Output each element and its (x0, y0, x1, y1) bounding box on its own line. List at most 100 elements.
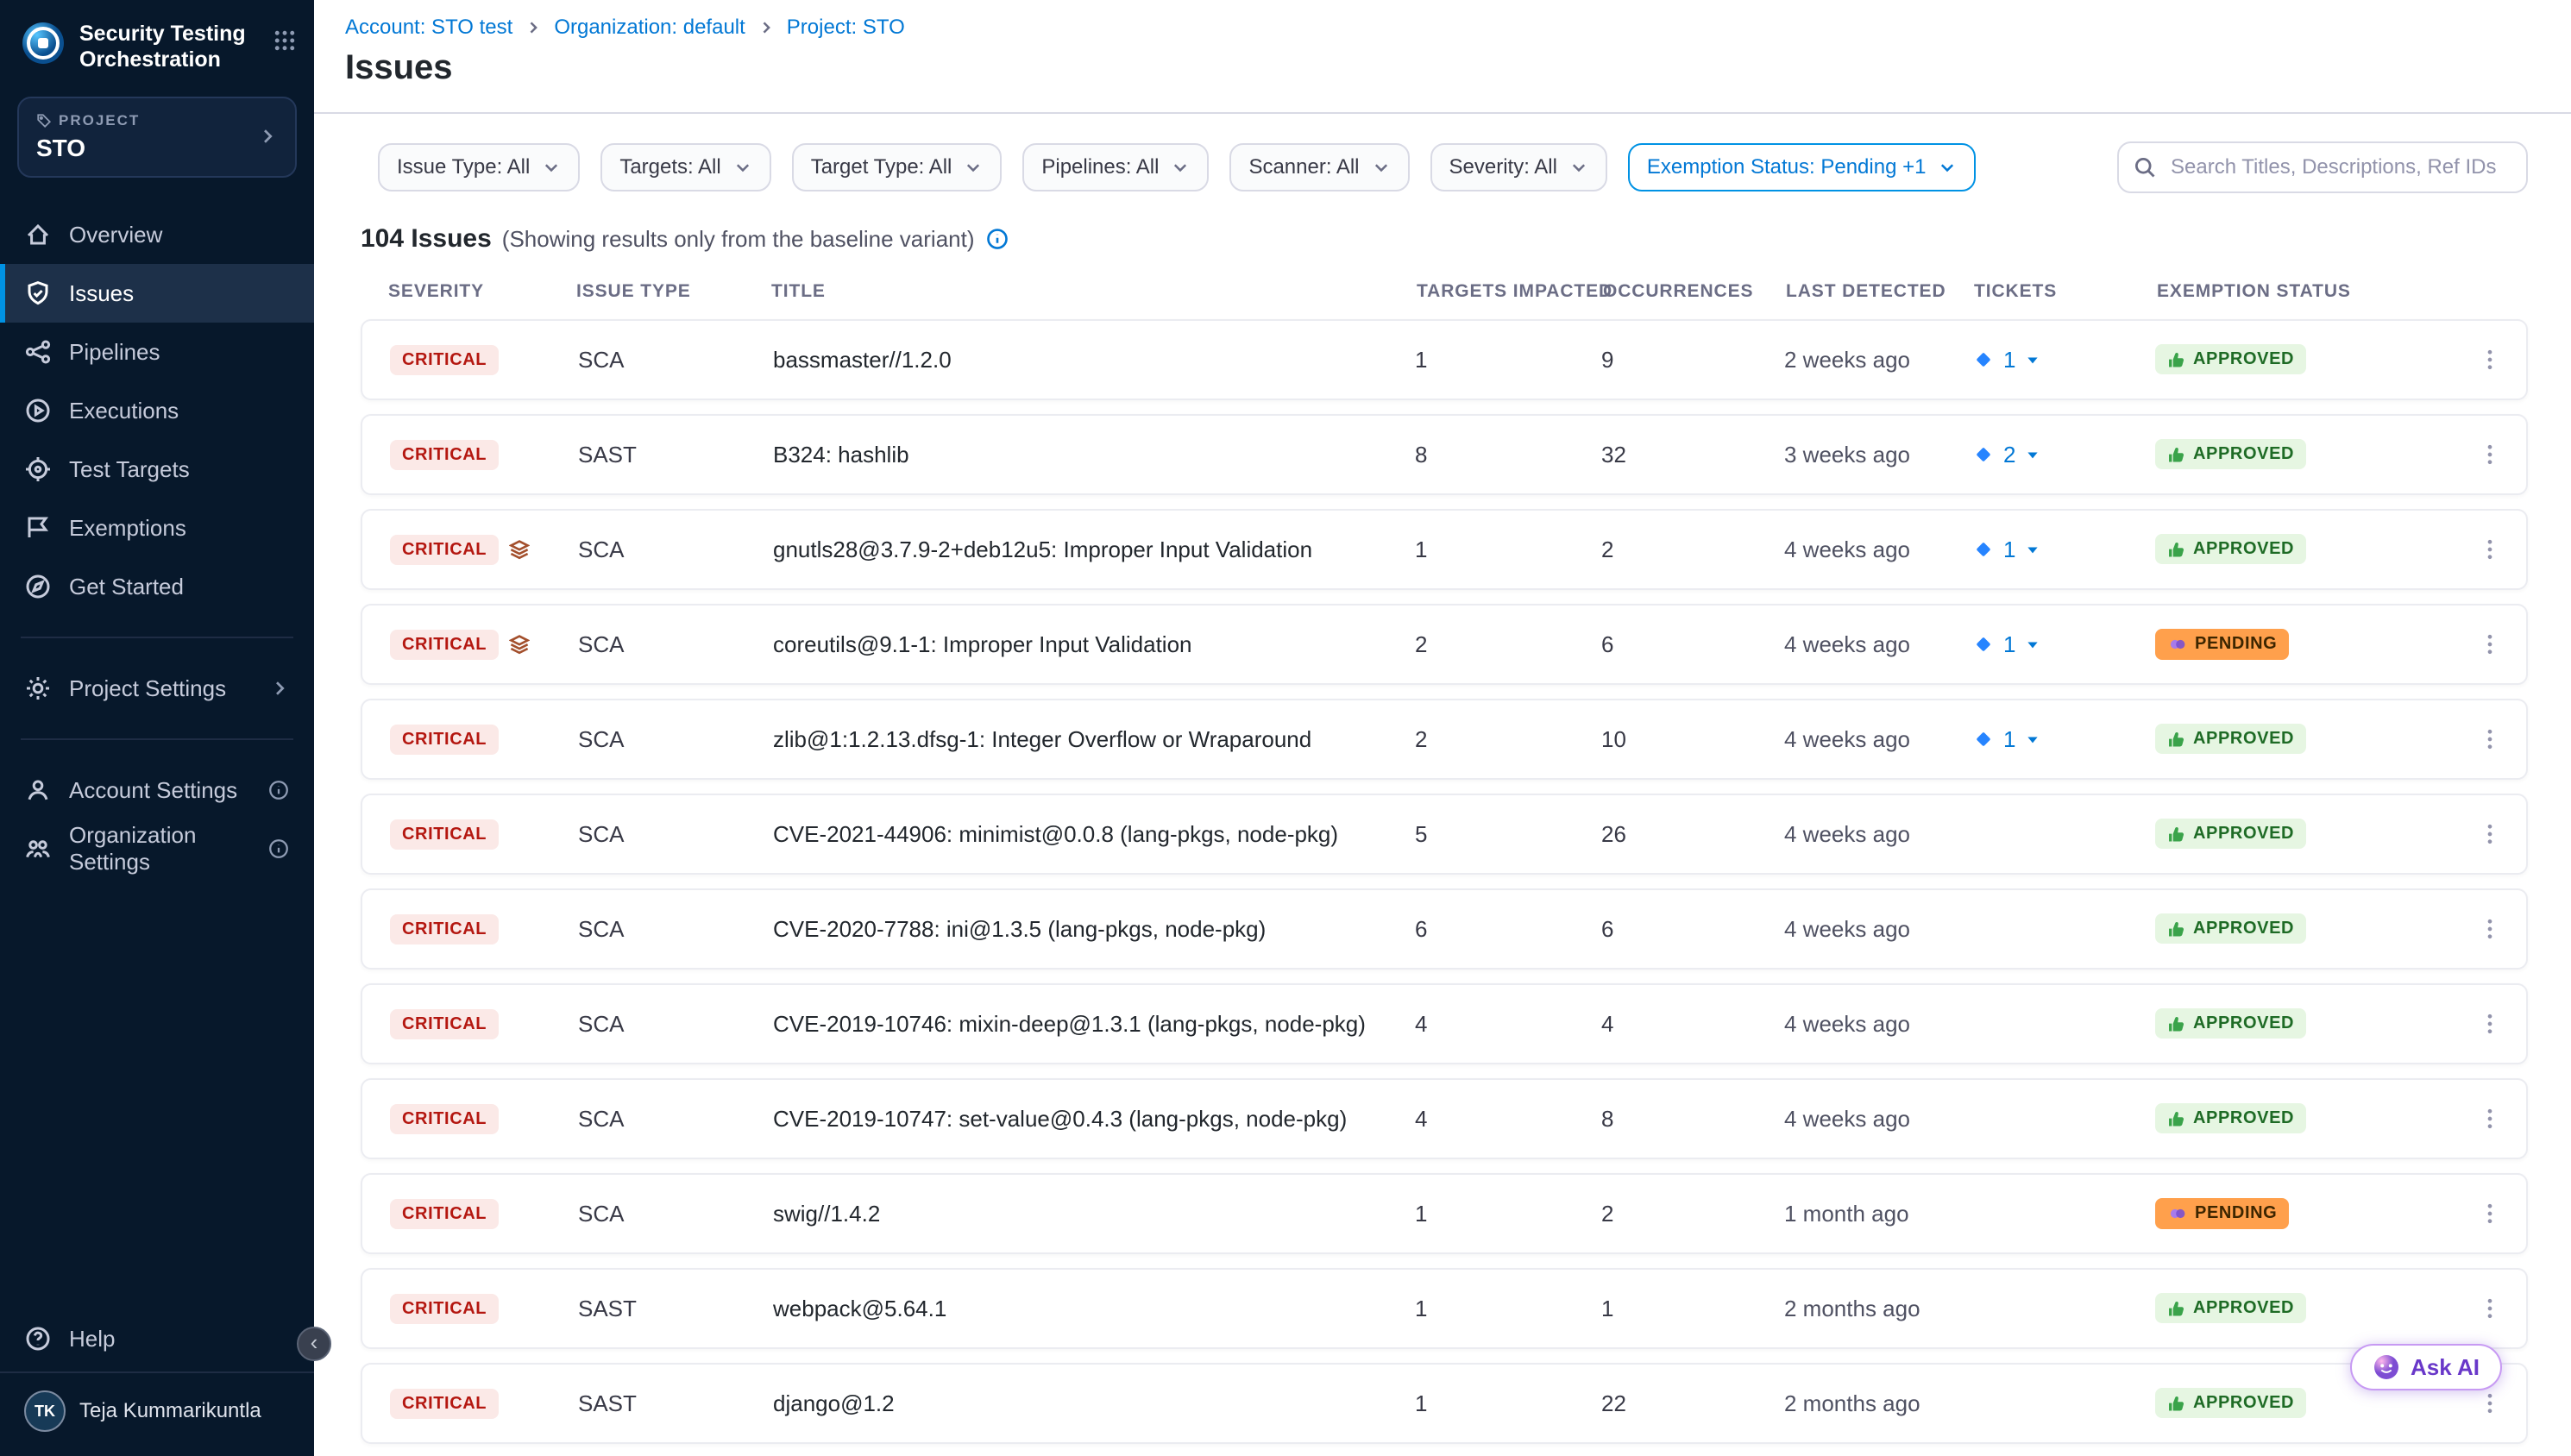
layers-icon (509, 539, 530, 560)
filter-exemption-status[interactable]: Exemption Status: Pending +1 (1628, 143, 1977, 191)
table-row[interactable]: CRITICAL SAST webpack@5.64.1 1 1 2 month… (361, 1268, 2528, 1349)
issue-title[interactable]: CVE-2021-44906: minimist@0.0.8 (lang-pkg… (773, 821, 1415, 848)
exemption-badge: APPROVED (2155, 534, 2306, 564)
table-row[interactable]: CRITICAL SCA zlib@1:1.2.13.dfsg-1: Integ… (361, 699, 2528, 780)
issue-title[interactable]: swig//1.4.2 (773, 1201, 1415, 1227)
breadcrumb-organization-link[interactable]: Organization: default (554, 16, 745, 40)
row-menu-button[interactable] (2464, 1010, 2516, 1038)
issue-type: SCA (578, 537, 773, 563)
pending-icon (2167, 634, 2188, 655)
project-selector[interactable]: PROJECT STO (17, 97, 297, 178)
issue-title[interactable]: CVE-2019-10746: mixin-deep@1.3.1 (lang-p… (773, 1011, 1415, 1038)
filter-severity[interactable]: Severity: All (1430, 143, 1607, 191)
table-row[interactable]: CRITICAL SCA CVE-2020-7788: ini@1.3.5 (l… (361, 888, 2528, 970)
breadcrumb-account-link[interactable]: Account: STO test (345, 16, 512, 40)
issue-title[interactable]: webpack@5.64.1 (773, 1296, 1415, 1322)
row-menu-button[interactable] (2464, 1390, 2516, 1417)
sidebar-item-organization-settings[interactable]: Organization Settings (0, 819, 314, 878)
exemption-badge: PENDING (2155, 629, 2289, 660)
tickets-cell[interactable]: 1 (1972, 347, 2155, 373)
col-severity: SEVERITY (388, 281, 576, 302)
help-label: Help (69, 1326, 115, 1352)
row-menu-button[interactable] (2464, 441, 2516, 468)
table-row[interactable]: CRITICAL SCA bassmaster//1.2.0 1 9 2 wee… (361, 319, 2528, 400)
filter-targets[interactable]: Targets: All (600, 143, 770, 191)
sidebar-item-pipelines[interactable]: Pipelines (0, 323, 314, 381)
table-row[interactable]: CRITICAL SCA swig//1.4.2 1 2 1 month ago… (361, 1173, 2528, 1254)
issue-title[interactable]: zlib@1:1.2.13.dfsg-1: Integer Overflow o… (773, 726, 1415, 753)
row-menu-button[interactable] (2464, 1200, 2516, 1227)
sidebar-item-issues[interactable]: Issues (0, 264, 314, 323)
results-summary: 104 Issues (Showing results only from th… (361, 224, 2528, 254)
breadcrumb-project-link[interactable]: Project: STO (787, 16, 905, 40)
table-header: SEVERITY ISSUE TYPE TITLE TARGETS IMPACT… (361, 281, 2528, 302)
sidebar-item-project-settings[interactable]: Project Settings (0, 659, 314, 718)
exemption-badge: APPROVED (2155, 724, 2306, 754)
filter-scanner[interactable]: Scanner: All (1229, 143, 1409, 191)
sidebar-item-get-started[interactable]: Get Started (0, 557, 314, 616)
sidebar-item-account-settings[interactable]: Account Settings (0, 761, 314, 819)
tickets-cell[interactable]: 1 (1972, 537, 2155, 563)
harness-logo-icon (21, 21, 66, 66)
project-name: STO (36, 135, 257, 162)
sidebar-item-label: Account Settings (69, 777, 237, 804)
issue-title[interactable]: coreutils@9.1-1: Improper Input Validati… (773, 631, 1415, 658)
table-row[interactable]: CRITICAL SCA CVE-2019-10747: set-value@0… (361, 1078, 2528, 1159)
filter-pipelines[interactable]: Pipelines: All (1022, 143, 1209, 191)
help-button[interactable]: Help (0, 1309, 314, 1368)
info-icon[interactable] (985, 227, 1009, 251)
table-row[interactable]: CRITICAL SCA CVE-2021-44906: minimist@0.… (361, 794, 2528, 875)
targets-impacted: 1 (1415, 1390, 1601, 1417)
filter-target-type[interactable]: Target Type: All (792, 143, 1003, 191)
table-row[interactable]: CRITICAL SAST B324: hashlib 8 32 3 weeks… (361, 414, 2528, 495)
issue-title[interactable]: CVE-2019-10747: set-value@0.4.3 (lang-pk… (773, 1106, 1415, 1133)
sidebar-item-overview[interactable]: Overview (0, 205, 314, 264)
row-menu-button[interactable] (2464, 915, 2516, 943)
sidebar-item-executions[interactable]: Executions (0, 381, 314, 440)
severity-badge: CRITICAL (390, 819, 499, 850)
app-grid-icon[interactable] (273, 28, 297, 60)
user-menu[interactable]: TK Teja Kummarikuntla (0, 1371, 314, 1456)
table-row[interactable]: CRITICAL SCA gnutls28@3.7.9-2+deb12u5: I… (361, 509, 2528, 590)
issue-type: SCA (578, 821, 773, 848)
issue-type: SCA (578, 1011, 773, 1038)
issue-type: SCA (578, 1201, 773, 1227)
issue-title[interactable]: bassmaster//1.2.0 (773, 347, 1415, 373)
issue-title[interactable]: CVE-2020-7788: ini@1.3.5 (lang-pkgs, nod… (773, 916, 1415, 943)
table-row[interactable]: CRITICAL SAST django@1.2 1 22 2 months a… (361, 1363, 2528, 1444)
issue-title[interactable]: gnutls28@3.7.9-2+deb12u5: Improper Input… (773, 537, 1415, 563)
sidebar-item-exemptions[interactable]: Exemptions (0, 499, 314, 557)
row-menu-button[interactable] (2464, 725, 2516, 753)
sidebar-item-test-targets[interactable]: Test Targets (0, 440, 314, 499)
row-menu-button[interactable] (2464, 346, 2516, 373)
row-menu-button[interactable] (2464, 631, 2516, 658)
last-detected: 4 weeks ago (1784, 1011, 1972, 1038)
tickets-cell[interactable]: 1 (1972, 726, 2155, 753)
col-exemption-status: EXEMPTION STATUS (2157, 281, 2466, 302)
row-menu-button[interactable] (2464, 820, 2516, 848)
search-input[interactable] (2117, 141, 2528, 193)
issue-title[interactable]: django@1.2 (773, 1390, 1415, 1417)
info-icon[interactable] (267, 779, 290, 801)
occurrences: 6 (1601, 916, 1784, 943)
table-row[interactable]: CRITICAL SCA coreutils@9.1-1: Improper I… (361, 604, 2528, 685)
info-icon[interactable] (267, 838, 290, 860)
tickets-cell[interactable]: 2 (1972, 442, 2155, 468)
tickets-cell[interactable]: 1 (1972, 631, 2155, 658)
ticket-icon (1972, 443, 1995, 466)
row-menu-button[interactable] (2464, 536, 2516, 563)
caret-down-icon (2024, 351, 2041, 368)
row-menu-button[interactable] (2464, 1105, 2516, 1133)
row-menu-button[interactable] (2464, 1295, 2516, 1322)
target-icon (24, 455, 52, 483)
chevron-down-icon (542, 158, 561, 177)
filter-issue-type[interactable]: Issue Type: All (378, 143, 580, 191)
approved-icon (2167, 1014, 2186, 1033)
issue-title[interactable]: B324: hashlib (773, 442, 1415, 468)
ask-ai-button[interactable]: Ask AI (2350, 1344, 2502, 1390)
caret-down-icon (2024, 541, 2041, 558)
approved-icon (2167, 1109, 2186, 1128)
table-row[interactable]: CRITICAL SCA CVE-2019-10746: mixin-deep@… (361, 983, 2528, 1064)
project-label: PROJECT (59, 112, 140, 129)
sidebar-collapse-button[interactable]: ‹ (297, 1327, 331, 1361)
